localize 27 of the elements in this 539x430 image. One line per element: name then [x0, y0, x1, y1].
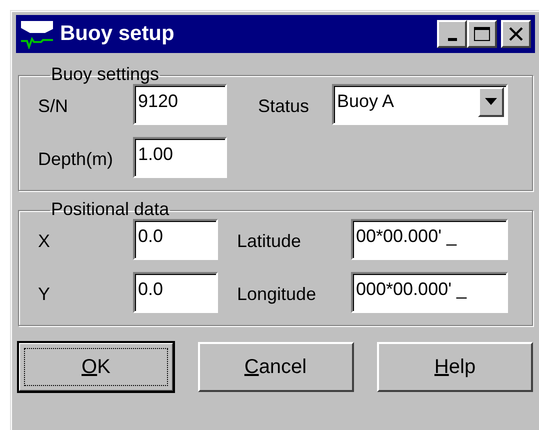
field-label: X — [38, 230, 52, 253]
depth-field[interactable]: 1.00 — [133, 137, 227, 178]
coordinate-field[interactable]: 0.0 — [133, 219, 218, 260]
field-label: Longitude — [237, 283, 318, 306]
position-field[interactable]: 00*00.000' _ — [351, 219, 508, 260]
close-icon — [508, 27, 524, 41]
dialog-button[interactable]: Help — [377, 342, 533, 392]
minimize-button[interactable] — [437, 20, 467, 48]
coordinate-field[interactable]: 0.0 — [133, 272, 218, 313]
position-field[interactable]: 000*00.000' _ — [351, 272, 508, 313]
close-button[interactable] — [501, 20, 531, 48]
dialog-button[interactable]: OK — [18, 342, 174, 392]
maximize-icon — [473, 26, 491, 42]
field-label: Y — [38, 283, 52, 306]
group-title: Positional data — [50, 200, 170, 218]
field-label: Status — [258, 95, 310, 118]
field-label: Latitude — [237, 230, 302, 253]
minimize-icon — [448, 38, 456, 40]
status-dropdown[interactable]: Buoy A — [332, 84, 508, 125]
app-icon — [20, 19, 54, 49]
dialog-button[interactable]: Cancel — [198, 342, 354, 392]
maximize-button[interactable] — [467, 20, 497, 48]
field-label: S/N — [38, 95, 70, 118]
group-title: Buoy settings — [50, 65, 160, 83]
window-title: Buoy setup — [60, 21, 174, 48]
serial-field[interactable]: 9120 — [133, 84, 227, 125]
field-label: Depth(m) — [38, 148, 114, 171]
